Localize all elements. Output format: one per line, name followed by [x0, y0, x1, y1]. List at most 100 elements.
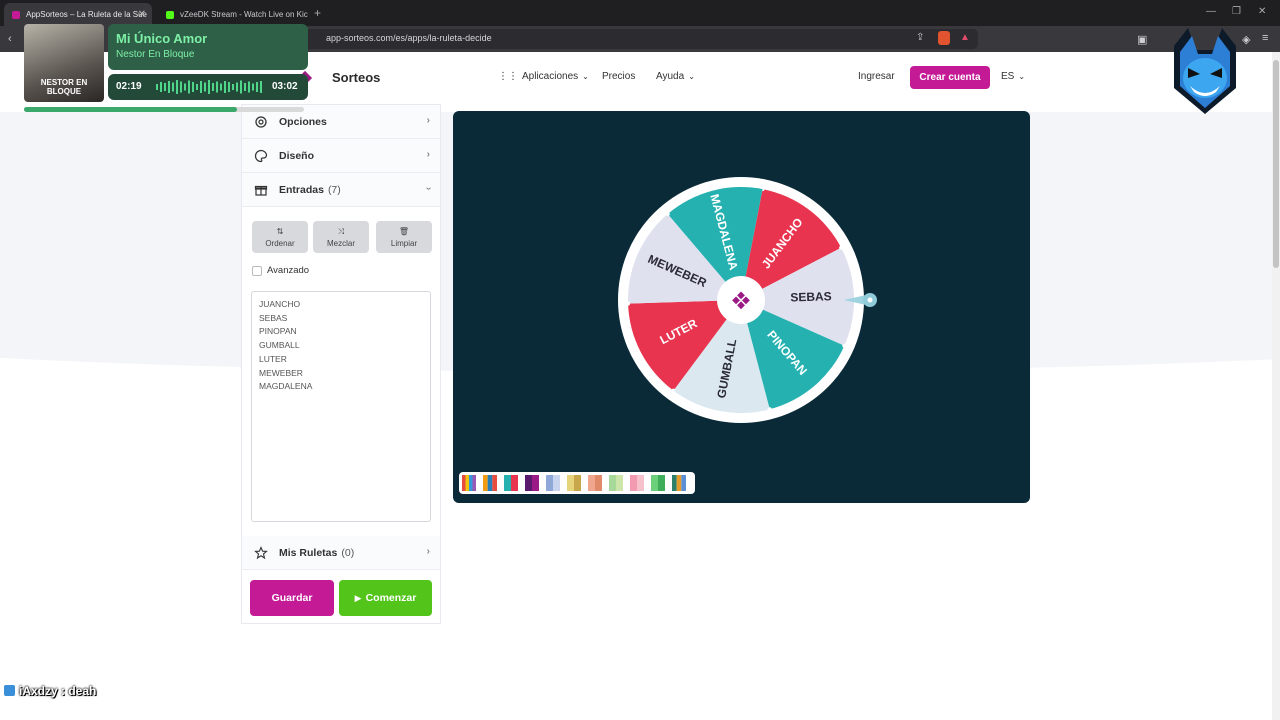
palette-swatch: [553, 475, 560, 491]
sort-icon: ⇅: [276, 227, 284, 236]
sort-button[interactable]: ⇅ Ordenar: [252, 221, 308, 253]
share-icon[interactable]: ⇪: [916, 32, 924, 43]
nav-help-label: Ayuda: [656, 71, 685, 82]
palette-swatch: [574, 475, 581, 491]
equalizer-bar: [260, 81, 262, 93]
palette-swatches[interactable]: [459, 472, 695, 494]
palette-swatch: [588, 475, 595, 491]
wheel-pointer-dot: [867, 297, 873, 303]
language-selector[interactable]: ES ⌄: [1001, 71, 1025, 82]
rewards-icon[interactable]: ▲: [960, 32, 970, 43]
equalizer-bar: [200, 81, 202, 93]
palette-swatch: [492, 475, 497, 491]
wheel[interactable]: JUANCHOSEBASPINOPANGUMBALLLUTERMEWEBERMA…: [453, 111, 1030, 503]
wheel-stage: JUANCHO SEBAS PINOPAN GUMBALL LUTER MEWEBER MA…: [453, 111, 1030, 503]
sidebar-icon[interactable]: ▣: [1137, 33, 1147, 46]
equalizer-bar: [228, 82, 230, 92]
signup-button[interactable]: Crear cuenta: [910, 66, 990, 89]
brave-shield-icon[interactable]: [938, 31, 950, 45]
equalizer-bar: [220, 83, 222, 91]
palette-swatch: [472, 475, 476, 491]
accordion-entries[interactable]: Entradas (7) ›: [242, 173, 440, 207]
entry-line: SEBAS: [259, 312, 288, 323]
nav-apps[interactable]: ⋮⋮ Aplicaciones ⌄: [498, 71, 589, 82]
maximize-icon[interactable]: ❐: [1232, 6, 1241, 17]
brand-text: Sorteos: [332, 70, 381, 85]
equalizer-icon: [156, 80, 262, 94]
play-icon: ▶: [354, 592, 362, 603]
my-wheels-count: (0): [341, 546, 355, 559]
clear-button[interactable]: 🗑 Limpiar: [376, 221, 432, 253]
close-tab-icon[interactable]: ✕: [138, 9, 146, 20]
entries-count: (7): [327, 183, 341, 196]
entry-line: JUANCHO: [259, 299, 301, 309]
chevron-down-icon: ⌄: [688, 72, 695, 81]
equalizer-bar: [160, 82, 162, 92]
equalizer-bar: [156, 84, 158, 90]
back-icon[interactable]: ‹: [8, 33, 12, 45]
new-tab-icon[interactable]: +: [314, 6, 321, 20]
grid-icon: ⋮⋮: [498, 71, 518, 82]
language-label: ES: [1001, 71, 1015, 82]
palette-swatch: [511, 475, 518, 491]
wheel-peg: [767, 407, 772, 412]
save-button[interactable]: Guardar: [250, 580, 334, 616]
palette-swatch: [487, 475, 493, 491]
equalizer-bar: [180, 81, 182, 93]
shuffle-button[interactable]: ⤨ Mezclar: [313, 221, 369, 253]
accordion-my-wheels[interactable]: Mis Ruletas (0) ›: [242, 536, 440, 570]
palette-swatch: [681, 475, 686, 491]
chevron-right-icon: ›: [426, 115, 430, 126]
album-cover: NESTOR EN BLOQUE: [24, 24, 104, 102]
chevron-down-icon: ⌄: [1018, 72, 1026, 81]
palette-swatch: [609, 475, 616, 491]
equalizer-bar: [240, 80, 242, 94]
tab-appsorteos[interactable]: AppSorteos – La Ruleta de la Sue ✕: [4, 3, 152, 26]
settings-panel: Opciones › Diseño › Entradas (7) › ⇅ Ord…: [241, 104, 441, 624]
menu-icon[interactable]: ≡: [1262, 32, 1268, 44]
close-window-icon[interactable]: ✕: [1258, 6, 1266, 17]
save-label: Guardar: [271, 592, 313, 604]
start-button[interactable]: ▶ Comenzar: [339, 580, 432, 616]
scrollbar-thumb[interactable]: [1273, 60, 1279, 268]
chat-message: iAxdzy : deah: [4, 684, 96, 698]
track-timeline: 02:19 03:02: [108, 74, 308, 100]
advanced-label: Avanzado: [267, 265, 310, 276]
chevron-down-icon: ›: [422, 186, 434, 191]
equalizer-bar: [184, 83, 186, 91]
nav-pricing[interactable]: Precios: [602, 71, 635, 82]
login-link[interactable]: Ingresar: [858, 71, 895, 82]
equalizer-bar: [216, 81, 218, 93]
palette-swatch: [483, 475, 488, 491]
gear-icon: [255, 116, 267, 128]
palette-swatch: [546, 475, 553, 491]
equalizer-bar: [248, 81, 250, 93]
now-playing-widget: NESTOR EN BLOQUE Mi Único Amor Nestor En…: [24, 24, 308, 112]
equalizer-bar: [172, 82, 174, 92]
track-artist: Nestor En Bloque: [116, 49, 195, 60]
palette-swatch: [567, 475, 574, 491]
brand-logo[interactable]: Sorteos: [297, 70, 381, 86]
wheel-hub: [717, 276, 765, 324]
nav-help[interactable]: Ayuda ⌄: [656, 71, 695, 82]
palette-swatch: [637, 475, 644, 491]
address-bar[interactable]: app-sorteos.com/es/apps/la-ruleta-decide…: [300, 29, 978, 49]
entry-line: MEWEBER: [259, 367, 303, 378]
advanced-checkbox[interactable]: [252, 266, 262, 276]
chat-text: iAxdzy : deah: [19, 684, 97, 698]
accordion-design-label: Diseño: [279, 149, 315, 162]
wheel-peg: [839, 245, 844, 250]
gift-icon: [254, 185, 268, 196]
equalizer-bar: [244, 83, 246, 91]
start-label: Comenzar: [365, 592, 417, 604]
elapsed-time: 02:19: [116, 81, 142, 92]
tab-kick[interactable]: vZeeDK Stream - Watch Live on Kick: [158, 3, 308, 26]
equalizer-bar: [164, 83, 166, 91]
minimize-icon[interactable]: —: [1206, 6, 1216, 17]
chat-badge-icon: [4, 685, 15, 696]
nav-apps-label: Aplicaciones: [522, 71, 579, 82]
equalizer-bar: [188, 80, 190, 94]
entries-textarea[interactable]: JUANCHO SEBAS PINOPAN GUMBALL LUTER MEWEBER MA…: [251, 291, 431, 522]
accordion-design[interactable]: Diseño ›: [242, 139, 440, 173]
color-palette-bar[interactable]: [459, 472, 695, 494]
